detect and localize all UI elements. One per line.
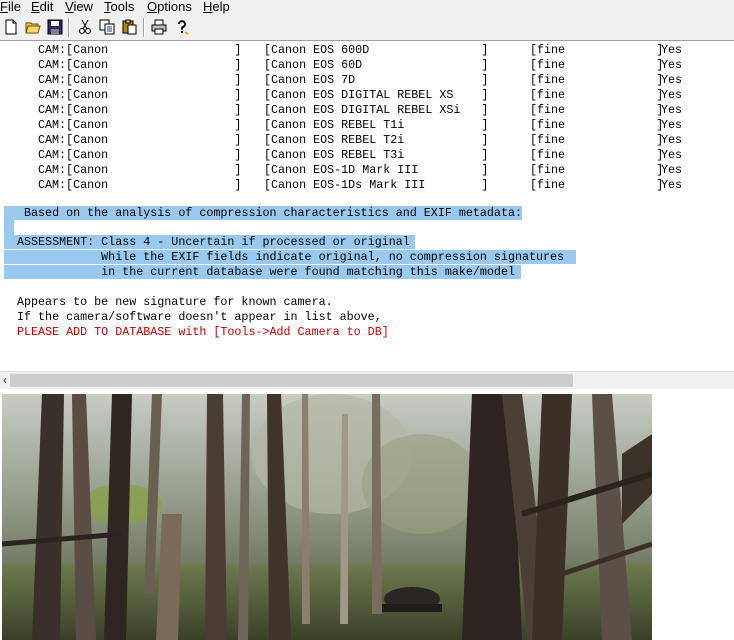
camera-make: CAM:[Canon ] xyxy=(38,148,242,162)
camera-quality: [fine ] xyxy=(530,43,664,57)
help-icon[interactable] xyxy=(174,19,190,35)
open-icon[interactable] xyxy=(25,19,41,35)
new-icon[interactable] xyxy=(3,19,19,35)
analysis-intro: Based on the analysis of compression cha… xyxy=(24,206,522,220)
camera-model: [Canon EOS 60D ] xyxy=(264,58,489,72)
camera-model: [Canon EOS DIGITAL REBEL XSi ] xyxy=(264,103,489,117)
camera-model: [Canon EOS REBEL T2i ] xyxy=(264,133,489,147)
cut-icon[interactable] xyxy=(77,19,93,35)
camera-model: [Canon EOS 7D ] xyxy=(264,73,489,87)
camera-match: Yes xyxy=(661,163,683,177)
report-text-area[interactable]: CAM:[Canon ] [Canon EOS 600D ] [fine ] Yes C… xyxy=(0,41,734,371)
camera-make: CAM:[Canon ] xyxy=(38,103,242,117)
menu-bar: File Edit View Tools Options Help xyxy=(0,0,734,16)
camera-match: Yes xyxy=(661,178,683,192)
menu-help[interactable]: Help xyxy=(203,0,230,14)
menu-edit[interactable]: Edit xyxy=(31,0,53,14)
camera-make: CAM:[Canon ] xyxy=(38,163,242,177)
camera-quality: [fine ] xyxy=(530,133,664,147)
camera-match: Yes xyxy=(661,103,683,117)
image-preview-pane xyxy=(0,389,734,640)
note-line-2: If the camera/software doesn't appear in… xyxy=(17,310,382,324)
selection-gap xyxy=(4,220,14,235)
camera-model: [Canon EOS REBEL T3i ] xyxy=(264,148,489,162)
menu-options[interactable]: Options xyxy=(147,0,192,14)
camera-make: CAM:[Canon ] xyxy=(38,118,242,132)
forest-photo xyxy=(2,394,652,640)
camera-quality: [fine ] xyxy=(530,73,664,87)
add-to-database-warning: PLEASE ADD TO DATABASE with [Tools->Add … xyxy=(17,325,389,339)
camera-model: [Canon EOS-1Ds Mark III ] xyxy=(264,178,489,192)
assessment-line: ASSESSMENT: Class 4 - Uncertain if proce… xyxy=(4,235,415,249)
camera-make: CAM:[Canon ] xyxy=(38,133,242,147)
horizontal-scrollbar[interactable]: ‹ xyxy=(0,371,734,389)
camera-make: CAM:[Canon ] xyxy=(38,58,242,72)
toolbar-separator xyxy=(68,18,70,37)
camera-match: Yes xyxy=(661,58,683,72)
menu-view[interactable]: View xyxy=(65,0,93,14)
camera-model: [Canon EOS-1D Mark III ] xyxy=(264,163,489,177)
analysis-highlight-line: Based on the analysis of compression cha… xyxy=(4,206,522,220)
camera-model: [Canon EOS REBEL T1i ] xyxy=(264,118,489,132)
camera-quality: [fine ] xyxy=(530,163,664,177)
camera-quality: [fine ] xyxy=(530,118,664,132)
camera-quality: [fine ] xyxy=(530,178,664,192)
assessment-detail-1: While the EXIF fields indicate original,… xyxy=(4,250,576,264)
camera-match: Yes xyxy=(661,148,683,162)
camera-make: CAM:[Canon ] xyxy=(38,178,242,192)
camera-match: Yes xyxy=(661,88,683,102)
camera-quality: [fine ] xyxy=(530,103,664,117)
camera-match: Yes xyxy=(661,118,683,132)
scrollbar-thumb[interactable] xyxy=(10,374,573,387)
menu-file[interactable]: File xyxy=(0,0,21,14)
note-line-1: Appears to be new signature for known ca… xyxy=(17,295,333,309)
camera-make: CAM:[Canon ] xyxy=(38,43,242,57)
camera-model: [Canon EOS DIGITAL REBEL XS ] xyxy=(264,88,489,102)
scroll-left-arrow-icon[interactable]: ‹ xyxy=(0,372,10,389)
assessment-detail-2: in the current database were found match… xyxy=(4,265,521,279)
print-icon[interactable] xyxy=(151,19,167,35)
paste-icon[interactable] xyxy=(121,19,137,35)
save-icon[interactable] xyxy=(47,19,63,35)
camera-make: CAM:[Canon ] xyxy=(38,73,242,87)
camera-match: Yes xyxy=(661,73,683,87)
camera-make: CAM:[Canon ] xyxy=(38,88,242,102)
toolbar xyxy=(0,16,734,41)
toolbar-separator xyxy=(143,18,145,37)
copy-icon[interactable] xyxy=(99,19,115,35)
camera-quality: [fine ] xyxy=(530,88,664,102)
menu-tools[interactable]: Tools xyxy=(104,0,134,14)
camera-match: Yes xyxy=(661,43,683,57)
camera-model: [Canon EOS 600D ] xyxy=(264,43,489,57)
camera-quality: [fine ] xyxy=(530,148,664,162)
camera-quality: [fine ] xyxy=(530,58,664,72)
camera-match: Yes xyxy=(661,133,683,147)
